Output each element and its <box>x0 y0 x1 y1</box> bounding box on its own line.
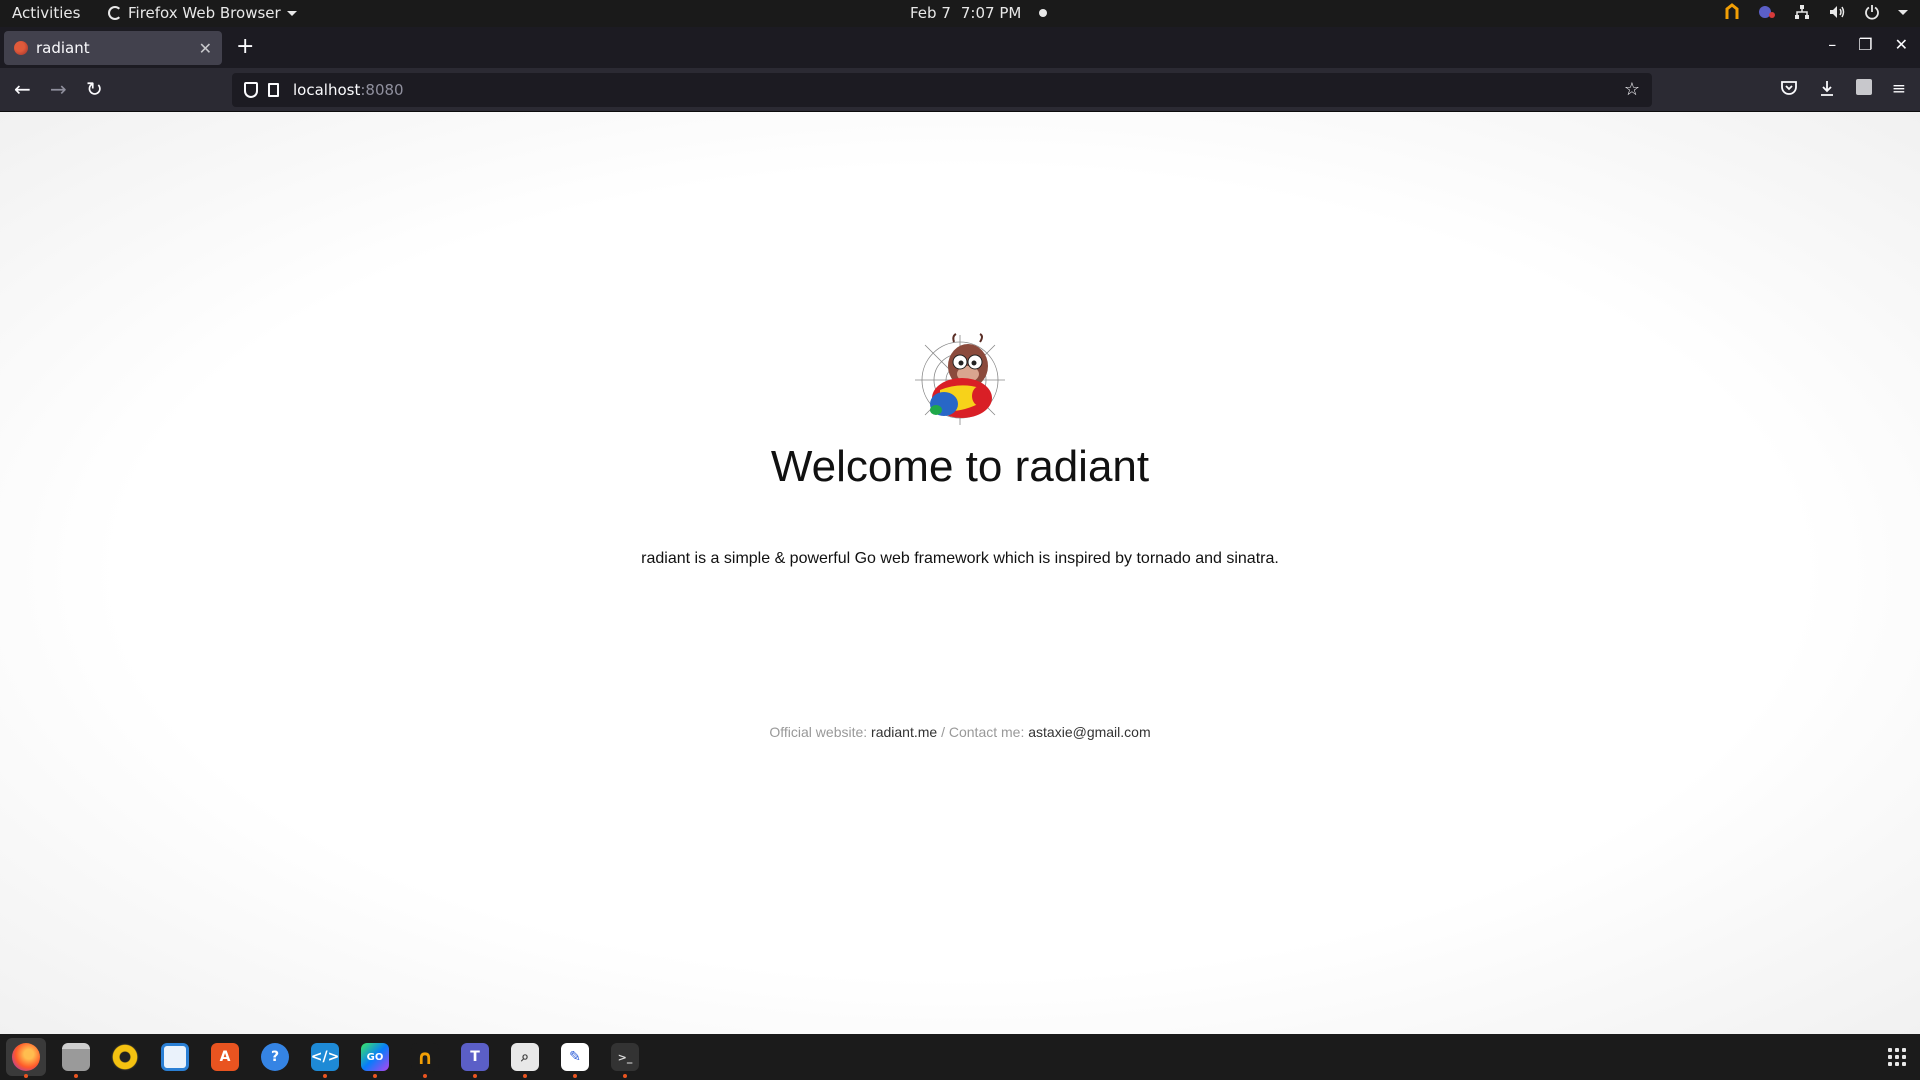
dock-goland[interactable]: GO <box>355 1038 395 1078</box>
tracking-protection-shield-icon[interactable] <box>244 82 258 98</box>
power-icon[interactable] <box>1864 4 1880 20</box>
image-viewer-icon: ⌕ <box>511 1043 539 1071</box>
firefox-icon <box>12 1043 40 1071</box>
page-viewport: Welcome to radiant radiant is a simple &… <box>0 112 1920 1034</box>
clock-date: Feb 7 <box>910 4 951 22</box>
dock-tracker[interactable]: ∩ <box>405 1038 445 1078</box>
url-port: :8080 <box>360 81 404 99</box>
dock-teams[interactable]: T <box>455 1038 495 1078</box>
dock-help[interactable]: ? <box>255 1038 295 1076</box>
dock-firefox[interactable] <box>6 1038 46 1078</box>
vscode-icon: </> <box>311 1043 339 1071</box>
dock: A ? </> GO ∩ T ⌕ ✎ >_ <box>0 1034 1920 1080</box>
rhythmbox-icon <box>111 1043 139 1071</box>
activities-button[interactable]: Activities <box>12 4 80 22</box>
clock-time: 7:07 PM <box>960 4 1022 22</box>
dock-files[interactable] <box>56 1038 96 1078</box>
dock-text-editor[interactable]: ✎ <box>555 1038 595 1078</box>
pocket-icon[interactable] <box>1780 79 1798 97</box>
show-applications-grid-icon[interactable] <box>1888 1048 1906 1066</box>
firefox-app-icon <box>108 6 122 20</box>
software-icon: A <box>211 1043 239 1071</box>
contact-email-link[interactable]: astaxie@gmail.com <box>1028 724 1150 740</box>
tab-title: radiant <box>36 39 90 57</box>
dock-software[interactable]: A <box>205 1038 245 1076</box>
hamburger-menu-icon[interactable]: ≡ <box>1892 79 1906 99</box>
forward-arrow-icon[interactable]: → <box>50 78 67 100</box>
toolbar-right: ≡ <box>1780 79 1906 99</box>
page-footer: Official website: radiant.me / Contact m… <box>0 724 1920 740</box>
terminal-icon: >_ <box>611 1043 639 1071</box>
window-controls: – ❐ ✕ <box>1828 35 1908 54</box>
close-tab-icon[interactable]: ✕ <box>199 39 212 58</box>
chevron-down-icon <box>286 10 297 16</box>
app-menu[interactable]: Firefox Web Browser <box>108 4 297 22</box>
close-window-icon[interactable]: ✕ <box>1895 35 1908 54</box>
system-menu-chevron-icon[interactable] <box>1898 9 1908 15</box>
files-icon <box>62 1043 90 1071</box>
back-arrow-icon[interactable]: ← <box>14 78 31 100</box>
network-icon[interactable] <box>1794 4 1810 20</box>
tab-strip: radiant ✕ + – ❐ ✕ <box>0 27 1920 68</box>
url-host: localhost <box>293 81 361 99</box>
url-bar[interactable]: localhost:8080 ☆ <box>232 73 1652 107</box>
clock[interactable]: Feb 7 7:07 PM <box>910 4 1048 22</box>
dock-vscode[interactable]: </> <box>305 1038 345 1078</box>
system-tray[interactable] <box>1724 3 1908 21</box>
notification-dot-icon <box>1039 9 1048 17</box>
restore-window-icon[interactable]: ❐ <box>1858 35 1872 54</box>
app-menu-label: Firefox Web Browser <box>128 4 281 22</box>
contact-label: Contact me: <box>948 724 1029 740</box>
dock-image-viewer[interactable]: ⌕ <box>505 1038 545 1078</box>
page-info-icon[interactable] <box>268 83 279 97</box>
footer-separator: / <box>937 724 949 740</box>
navigation-toolbar: ← → ↻ localhost:8080 ☆ ≡ <box>0 68 1920 112</box>
downloads-icon[interactable] <box>1818 79 1836 97</box>
goland-icon: GO <box>361 1043 389 1071</box>
dock-writer[interactable] <box>155 1038 195 1076</box>
tab-radiant[interactable]: radiant ✕ <box>4 31 222 65</box>
volume-icon[interactable] <box>1828 4 1846 20</box>
tracker-tray-icon[interactable] <box>1724 3 1740 21</box>
minimize-window-icon[interactable]: – <box>1828 35 1836 54</box>
website-label: Official website: <box>769 724 872 740</box>
help-icon: ? <box>261 1043 289 1071</box>
radiant-favicon-icon <box>14 41 28 55</box>
radiant-gopher-logo <box>915 333 1005 425</box>
reload-icon[interactable]: ↻ <box>86 78 103 100</box>
website-link[interactable]: radiant.me <box>871 724 937 740</box>
dock-terminal[interactable]: >_ <box>605 1038 645 1078</box>
bookmark-star-icon[interactable]: ☆ <box>1624 79 1640 100</box>
page-tagline: radiant is a simple & powerful Go web fr… <box>641 550 1279 567</box>
new-tab-button[interactable]: + <box>236 33 254 61</box>
account-avatar-icon[interactable] <box>1855 79 1872 95</box>
tracker-icon: ∩ <box>411 1043 439 1071</box>
teams-tray-icon[interactable] <box>1758 3 1776 21</box>
text-editor-icon: ✎ <box>561 1043 589 1071</box>
page-heading: Welcome to radiant <box>770 442 1150 491</box>
system-top-bar: Activities Firefox Web Browser Feb 7 7:0… <box>0 0 1920 27</box>
writer-icon <box>161 1043 189 1071</box>
teams-icon: T <box>461 1043 489 1071</box>
dock-rhythmbox[interactable] <box>105 1038 145 1076</box>
